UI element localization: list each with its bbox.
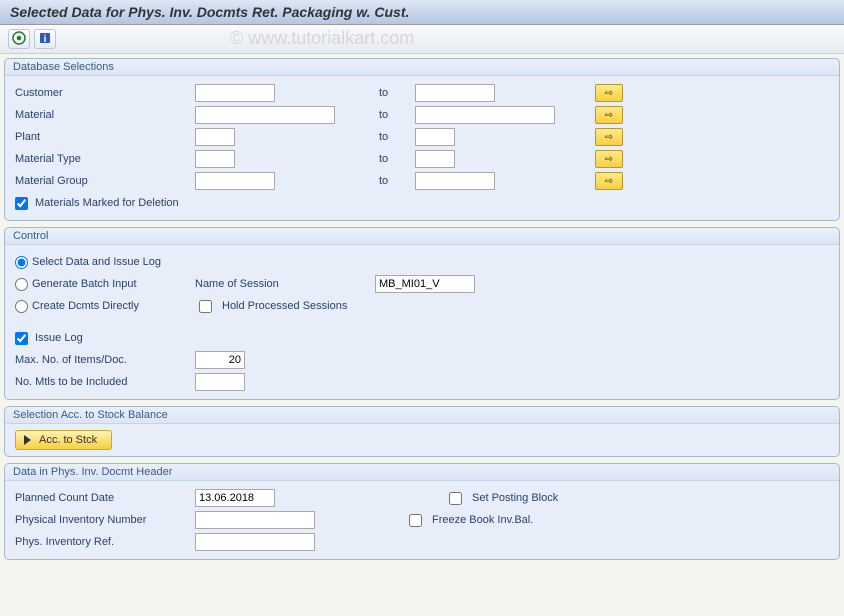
execute-icon [12,31,26,48]
customer-to-input[interactable] [415,84,495,102]
material-to-input[interactable] [415,106,555,124]
matgroup-to-input[interactable] [415,172,495,190]
label-marked-deletion: Materials Marked for Deletion [35,197,179,209]
label-material: Material [15,109,195,121]
label-hold: Hold Processed Sessions [222,300,347,312]
radio-select-data[interactable] [15,256,28,269]
mattype-to-input[interactable] [415,150,455,168]
to-mattype: to [375,153,415,165]
label-max-items: Max. No. of Items/Doc. [15,354,195,366]
freeze-checkbox[interactable] [409,514,422,527]
label-plant: Plant [15,131,195,143]
group-title-stock: Selection Acc. to Stock Balance [5,407,839,424]
group-control: Control Select Data and Issue Log Genera… [4,227,840,400]
matgroup-multiselect-button[interactable]: ⇨ [595,172,623,190]
label-customer: Customer [15,87,195,99]
multiselect-icon: ⇨ [605,88,613,99]
radio-batch-input[interactable] [15,278,28,291]
label-opt3: Create Dcmts Directly [32,300,139,312]
to-material: to [375,109,415,121]
material-from-input[interactable] [195,106,335,124]
to-plant: to [375,131,415,143]
toolbar: i [0,25,844,54]
svg-text:i: i [44,34,47,45]
group-stock: Selection Acc. to Stock Balance Acc. to … [4,406,840,457]
label-pi-ref: Phys. Inventory Ref. [15,536,195,548]
mattype-multiselect-button[interactable]: ⇨ [595,150,623,168]
info-button[interactable]: i [34,29,56,49]
group-title-db: Database Selections [5,59,839,76]
customer-multiselect-button[interactable]: ⇨ [595,84,623,102]
label-pi-number: Physical Inventory Number [15,514,195,526]
acc-to-stock-label: Acc. to Stck [39,434,97,446]
execute-button[interactable] [8,29,30,49]
radio-create-docs[interactable] [15,300,28,313]
label-opt1: Select Data and Issue Log [32,256,161,268]
label-opt2: Generate Batch Input [32,278,137,290]
group-title-control: Control [5,228,839,245]
label-material-type: Material Type [15,153,195,165]
to-matgroup: to [375,175,415,187]
group-database-selections: Database Selections Customer to ⇨ Materi… [4,58,840,221]
customer-from-input[interactable] [195,84,275,102]
marked-deletion-checkbox[interactable] [15,197,28,210]
label-freeze: Freeze Book Inv.Bal. [432,514,533,526]
label-set-posting: Set Posting Block [472,492,558,504]
hold-sessions-checkbox[interactable] [199,300,212,313]
multiselect-icon: ⇨ [605,110,613,121]
pi-number-input[interactable] [195,511,315,529]
material-multiselect-button[interactable]: ⇨ [595,106,623,124]
plant-from-input[interactable] [195,128,235,146]
plant-to-input[interactable] [415,128,455,146]
label-no-mtls: No. Mtls to be Included [15,376,195,388]
issue-log-checkbox[interactable] [15,332,28,345]
to-customer: to [375,87,415,99]
max-items-input[interactable] [195,351,245,369]
multiselect-icon: ⇨ [605,132,613,143]
plant-multiselect-button[interactable]: ⇨ [595,128,623,146]
session-name-input[interactable] [375,275,475,293]
group-title-header: Data in Phys. Inv. Docmt Header [5,464,839,481]
label-issue-log: Issue Log [35,332,83,344]
pi-ref-input[interactable] [195,533,315,551]
matgroup-from-input[interactable] [195,172,275,190]
page-title: Selected Data for Phys. Inv. Docmts Ret.… [0,0,844,25]
label-material-group: Material Group [15,175,195,187]
group-header: Data in Phys. Inv. Docmt Header Planned … [4,463,840,560]
multiselect-icon: ⇨ [605,176,613,187]
no-mtls-input[interactable] [195,373,245,391]
label-planned-date: Planned Count Date [15,492,195,504]
planned-date-input[interactable] [195,489,275,507]
mattype-from-input[interactable] [195,150,235,168]
play-icon [24,435,31,445]
acc-to-stock-button[interactable]: Acc. to Stck [15,430,112,450]
set-posting-checkbox[interactable] [449,492,462,505]
multiselect-icon: ⇨ [605,154,613,165]
info-icon: i [38,31,52,48]
label-session: Name of Session [195,278,375,290]
